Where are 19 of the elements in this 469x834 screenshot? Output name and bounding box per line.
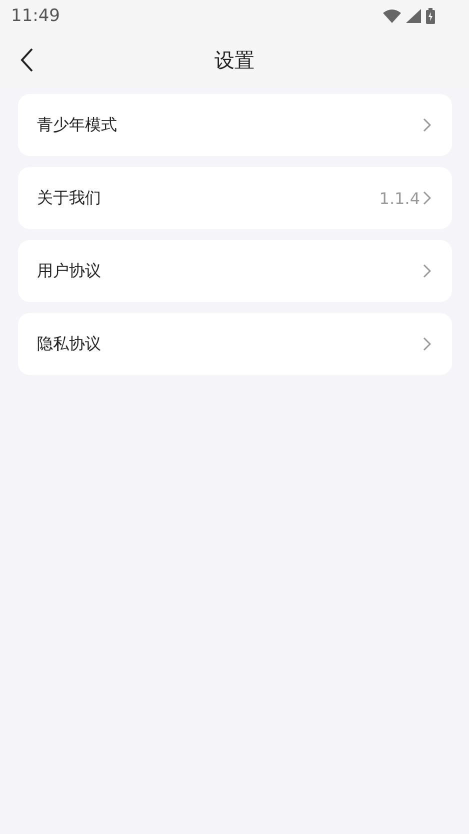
settings-item[interactable]: 用户协议: [18, 240, 452, 302]
signal-icon: [406, 9, 421, 23]
item-label: 隐私协议: [37, 334, 102, 354]
page-title: 设置: [214, 46, 254, 74]
settings-item[interactable]: 隐私协议: [18, 313, 452, 375]
item-label: 用户协议: [37, 260, 102, 282]
chevron-right-icon: [423, 191, 431, 205]
item-label: 关于我们: [37, 188, 102, 208]
status-time: 11:49: [11, 6, 60, 26]
version-text: 1.1.4: [379, 188, 420, 208]
settings-item[interactable]: 关于我们 1.1.4: [18, 167, 452, 229]
wifi-icon: [383, 9, 401, 23]
battery-icon: [426, 8, 435, 24]
item-label: 青少年模式: [37, 114, 118, 136]
settings-item[interactable]: 青少年模式: [18, 94, 452, 156]
chevron-right-icon: [423, 264, 431, 278]
chevron-right-icon: [423, 118, 431, 132]
back-icon[interactable]: [20, 48, 34, 72]
chevron-right-icon: [423, 337, 431, 351]
